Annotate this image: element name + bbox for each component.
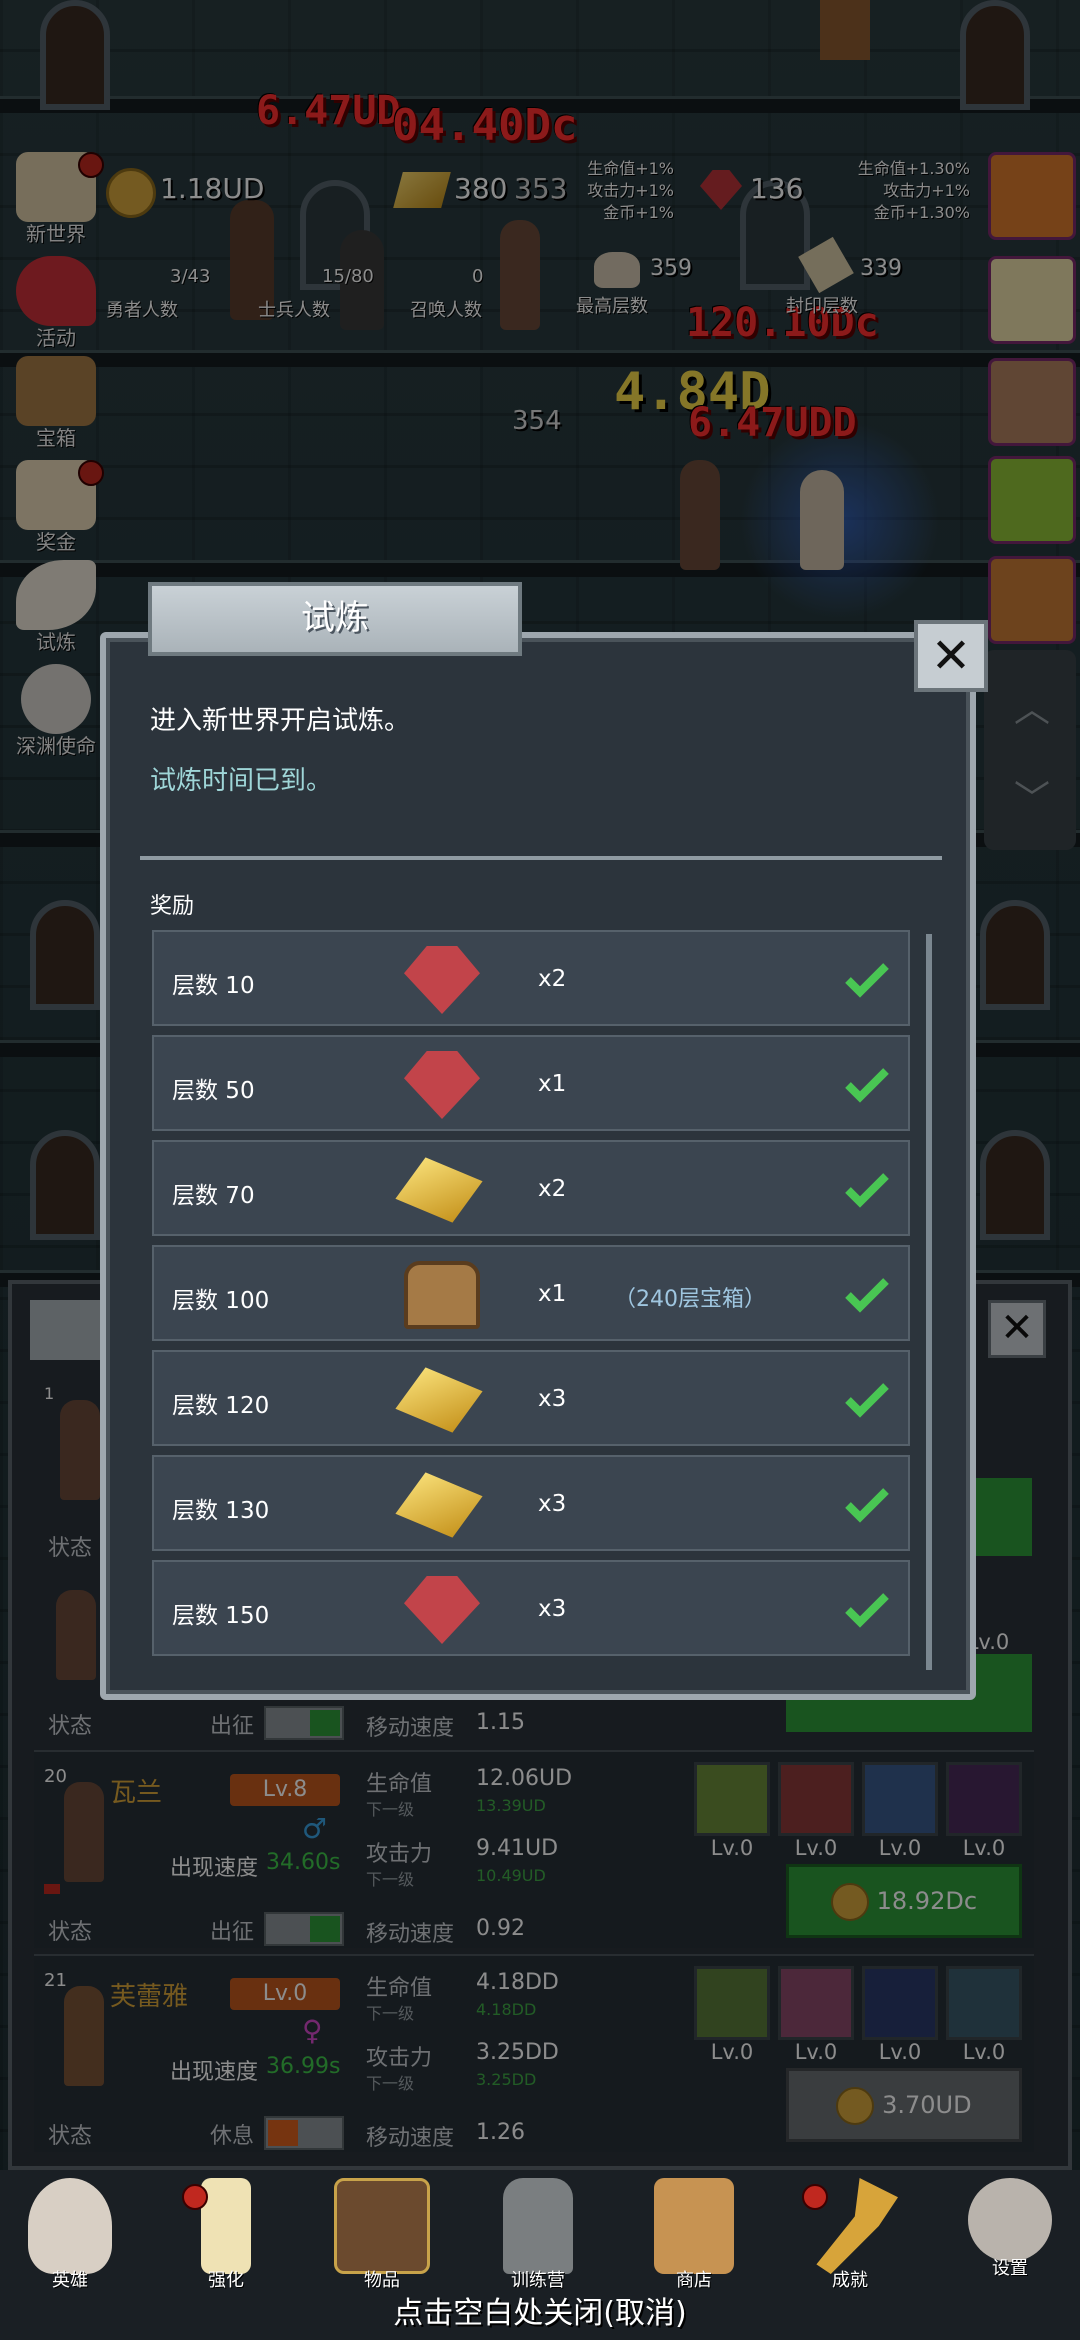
dialog-close-button[interactable]: ✕: [914, 620, 988, 692]
ruby-gem-icon: [404, 1051, 480, 1119]
gold-bar-icon: [395, 1157, 483, 1223]
reward-qty: x2: [538, 1176, 567, 1202]
gold-bar-icon: [395, 1472, 483, 1538]
reward-qty: x3: [538, 1386, 567, 1412]
gold-bar-icon: [395, 1367, 483, 1433]
reward-floor: 层数 150: [172, 1603, 270, 1629]
check-icon: [845, 1383, 889, 1418]
close-icon[interactable]: ✕: [918, 624, 984, 688]
reward-row: 层数 150 x3: [152, 1560, 910, 1656]
reward-floor: 层数 70: [172, 1183, 255, 1209]
reward-qty: x3: [538, 1491, 567, 1517]
ruby-gem-icon: [404, 1576, 480, 1644]
nav-training-camp[interactable]: 训练营: [478, 2178, 598, 2292]
check-icon: [845, 1488, 889, 1523]
reward-floor: 层数 130: [172, 1498, 270, 1524]
dialog-title: 试炼: [148, 582, 522, 656]
reward-row: 层数 130 x3: [152, 1455, 910, 1551]
notification-dot: [182, 2184, 208, 2210]
nav-enhance[interactable]: 强化: [166, 2178, 286, 2292]
reward-row: 层数 70 x2: [152, 1140, 910, 1236]
trial-message: 进入新世界开启试炼。: [150, 706, 411, 736]
reward-note: （240层宝箱）: [614, 1287, 766, 1312]
reward-qty: x1: [538, 1281, 567, 1307]
lantern-icon: [503, 2178, 573, 2274]
notification-dot: [802, 2184, 828, 2210]
rewards-heading: 奖励: [150, 894, 195, 919]
gear-icon: [968, 2178, 1052, 2262]
check-icon: [845, 1173, 889, 1208]
nav-heroes[interactable]: 英雄: [10, 2178, 130, 2292]
reward-floor: 层数 50: [172, 1078, 255, 1104]
ruby-gem-icon: [404, 946, 480, 1014]
reward-floor: 层数 120: [172, 1393, 270, 1419]
nav-label: 设置: [992, 2258, 1028, 2279]
nav-achievements[interactable]: 成就: [790, 2178, 910, 2292]
beer-mug-icon: [654, 2178, 734, 2274]
reward-qty: x2: [538, 966, 567, 992]
check-icon: [845, 1278, 889, 1313]
reward-row: 层数 100 x1 （240层宝箱）: [152, 1245, 910, 1341]
reward-row: 层数 120 x3: [152, 1350, 910, 1446]
check-icon: [845, 1593, 889, 1628]
check-icon: [845, 963, 889, 998]
divider: [140, 856, 942, 860]
book-icon: [334, 2178, 430, 2274]
nav-shop[interactable]: 商店: [634, 2178, 754, 2292]
treasure-chest-icon: [404, 1261, 480, 1329]
nav-items[interactable]: 物品: [322, 2178, 442, 2292]
reward-row: 层数 50 x1: [152, 1035, 910, 1131]
reward-floor: 层数 100: [172, 1288, 270, 1314]
nav-settings[interactable]: 设置: [950, 2178, 1070, 2280]
reward-qty: x3: [538, 1596, 567, 1622]
trial-time-up-message: 试炼时间已到。: [150, 766, 333, 796]
reward-row: 层数 10 x2: [152, 930, 910, 1026]
reward-floor: 层数 10: [172, 973, 255, 999]
check-icon: [845, 1068, 889, 1103]
tap-to-close-hint[interactable]: 点击空白处关闭(取消): [0, 2288, 1080, 2332]
candle-icon: [201, 2178, 251, 2274]
reward-qty: x1: [538, 1071, 567, 1097]
rewards-scrollbar[interactable]: [926, 934, 932, 1670]
skull-icon: [28, 2178, 112, 2274]
